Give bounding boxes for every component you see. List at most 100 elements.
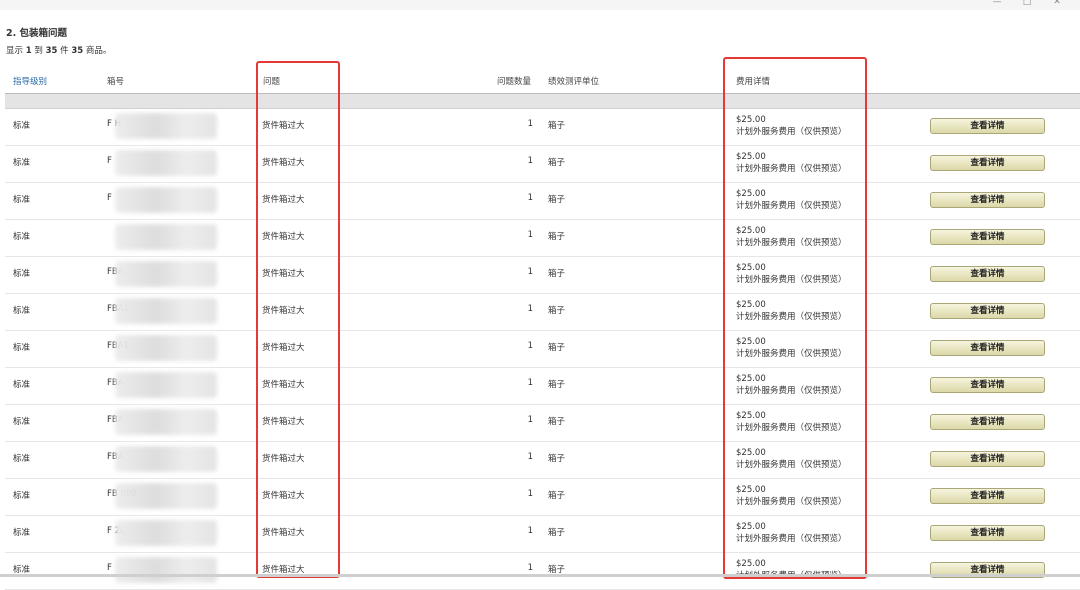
issue-text: 货件箱过大 [262,380,305,390]
redacted-box-id [115,187,217,213]
issue-quantity: 1 [527,267,533,277]
redacted-box-id [115,261,217,287]
table-header-bar [5,93,1080,109]
column-header-box: 箱号 [107,77,125,87]
window-titlebar [0,0,1080,10]
measure-unit: 箱子 [548,121,566,131]
summary-prefix: 显示 [6,46,24,56]
guidance-level: 标准 [13,158,31,168]
issue-quantity: 1 [527,489,533,499]
fee-details: $25.00 计划外服务费用（仅供预览） [736,521,847,545]
issue-quantity: 1 [527,119,533,129]
fee-details: $25.00 计划外服务费用（仅供预览） [736,447,847,471]
issue-quantity: 1 [527,341,533,351]
view-details-button[interactable]: 查看详情 [930,229,1045,245]
summary-of-word: 件 [60,46,69,56]
issue-text: 货件箱过大 [262,528,305,538]
view-details-button[interactable]: 查看详情 [930,488,1045,504]
view-details-button[interactable]: 查看详情 [930,303,1045,319]
issue-quantity: 1 [527,378,533,388]
fee-description: 计划外服务费用（仅供预览） [736,423,847,433]
table-row: 标准 F 货件箱过大 1 箱子 $25.00 计划外服务费用（仅供预览） 查看详… [5,182,1080,220]
view-details-button[interactable]: 查看详情 [930,340,1045,356]
section-title: 2. 包装箱问题 [6,28,68,39]
issue-text: 货件箱过大 [262,306,305,316]
issue-quantity: 1 [527,193,533,203]
issue-text: 货件箱过大 [262,417,305,427]
table-row: 标准 F 货件箱过大 1 箱子 $25.00 计划外服务费用（仅供预览） 查看详… [5,552,1080,590]
redacted-box-id [115,372,217,398]
summary-from: 1 [25,46,32,56]
issue-quantity: 1 [527,526,533,536]
minimize-icon[interactable]: — [992,0,1002,7]
redacted-box-id [115,150,217,176]
measure-unit: 箱子 [548,232,566,242]
results-summary: 显示 1 到 35 件 35 商品。 [6,44,111,56]
view-details-button[interactable]: 查看详情 [930,155,1045,171]
redacted-box-id [115,224,217,250]
view-details-button[interactable]: 查看详情 [930,266,1045,282]
redacted-box-id [115,520,217,546]
fee-details: $25.00 计划外服务费用（仅供预览） [736,373,847,397]
fee-amount: $25.00 [736,115,766,125]
fee-amount: $25.00 [736,374,766,384]
table-row: 标准 F H 货件箱过大 1 箱子 $25.00 计划外服务费用（仅供预览） 查… [5,108,1080,146]
fee-amount: $25.00 [736,189,766,199]
fee-amount: $25.00 [736,226,766,236]
guidance-level: 标准 [13,121,31,131]
redacted-box-id [115,409,217,435]
summary-to: 35 [45,46,58,56]
column-header-issue: 问题 [263,77,281,87]
maximize-icon[interactable]: □ [1022,0,1032,7]
view-details-button[interactable]: 查看详情 [930,118,1045,134]
measure-unit: 箱子 [548,195,566,205]
fee-amount: $25.00 [736,522,766,532]
fee-description: 计划外服务费用（仅供预览） [736,349,847,359]
fee-details: $25.00 计划外服务费用（仅供预览） [736,336,847,360]
view-details-button[interactable]: 查看详情 [930,377,1045,393]
measure-unit: 箱子 [548,491,566,501]
measure-unit: 箱子 [548,528,566,538]
issue-text: 货件箱过大 [262,454,305,464]
measure-unit: 箱子 [548,343,566,353]
view-details-button[interactable]: 查看详情 [930,414,1045,430]
fee-details: $25.00 计划外服务费用（仅供预览） [736,484,847,508]
guidance-level: 标准 [13,269,31,279]
fee-details: $25.00 计划外服务费用（仅供预览） [736,558,847,582]
issue-text: 货件箱过大 [262,343,305,353]
table-row: 标准 FBA 货件箱过大 1 箱子 $25.00 计划外服务费用（仅供预览） 查… [5,367,1080,405]
redacted-box-id [115,446,217,472]
issue-text: 货件箱过大 [262,121,305,131]
table-row: 标准 F 2L 货件箱过大 1 箱子 $25.00 计划外服务费用（仅供预览） … [5,515,1080,553]
measure-unit: 箱子 [548,269,566,279]
issue-quantity: 1 [527,563,533,573]
redacted-box-id [115,483,217,509]
fee-details: $25.00 计划外服务费用（仅供预览） [736,299,847,323]
fee-description: 计划外服务费用（仅供预览） [736,127,847,137]
table-row: 标准 F 货件箱过大 1 箱子 $25.00 计划外服务费用（仅供预览） 查看详… [5,145,1080,183]
guidance-level: 标准 [13,195,31,205]
guidance-level: 标准 [13,454,31,464]
table-row: 标准 货件箱过大 1 箱子 $25.00 计划外服务费用（仅供预览） 查看详情 [5,219,1080,257]
window-controls: — □ ✕ [992,0,1062,7]
column-header-level[interactable]: 指导级别 [13,75,47,87]
issue-text: 货件箱过大 [262,269,305,279]
summary-suffix: 商品。 [85,46,112,56]
issue-text: 货件箱过大 [262,158,305,168]
view-details-button[interactable]: 查看详情 [930,525,1045,541]
fee-description: 计划外服务费用（仅供预览） [736,497,847,507]
issue-quantity: 1 [527,156,533,166]
issue-quantity: 1 [527,415,533,425]
fee-details: $25.00 计划外服务费用（仅供预览） [736,151,847,175]
table-row: 标准 FBA 货件箱过大 1 箱子 $25.00 计划外服务费用（仅供预览） 查… [5,404,1080,442]
fee-description: 计划外服务费用（仅供预览） [736,312,847,322]
issue-quantity: 1 [527,230,533,240]
close-icon[interactable]: ✕ [1052,0,1062,7]
issue-quantity: 1 [527,304,533,314]
issue-text: 货件箱过大 [262,195,305,205]
view-details-button[interactable]: 查看详情 [930,451,1045,467]
column-header-qty: 问题数量 [497,77,532,87]
view-details-button[interactable]: 查看详情 [930,192,1045,208]
fee-details: $25.00 计划外服务费用（仅供预览） [736,225,847,249]
redacted-box-id [115,298,217,324]
